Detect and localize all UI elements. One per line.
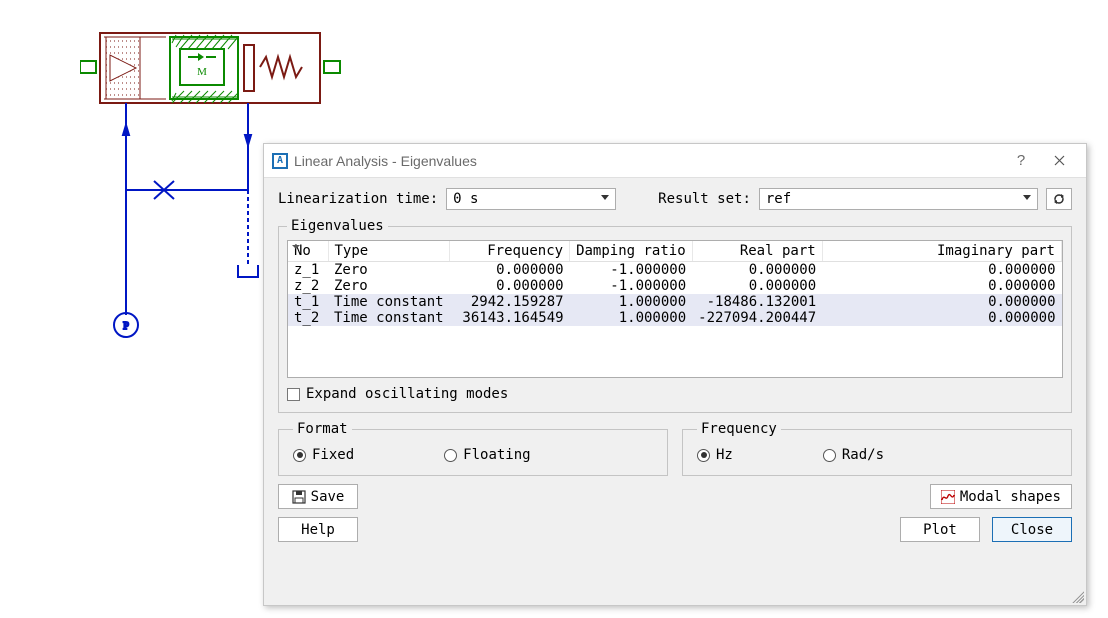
window-title: Linear Analysis - Eigenvalues	[294, 153, 1002, 169]
eigenvalues-legend: Eigenvalues	[287, 218, 388, 234]
table-row[interactable]: z_1Zero0.000000-1.0000000.0000000.000000	[288, 262, 1062, 279]
result-set-label: Result set:	[658, 191, 751, 207]
radio-icon	[697, 449, 710, 462]
eigenvalues-group: Eigenvalues No Type Frequency Damping ra…	[278, 218, 1072, 413]
chevron-down-icon	[1023, 195, 1031, 200]
close-label: Close	[1011, 522, 1053, 538]
frequency-rads-radio[interactable]: Rad/s	[823, 447, 884, 463]
frequency-rads-label: Rad/s	[842, 447, 884, 463]
linear-analysis-dialog: A Linear Analysis - Eigenvalues ? Linear…	[263, 143, 1087, 606]
table-row[interactable]: z_2Zero0.000000-1.0000000.0000000.000000	[288, 278, 1062, 294]
modal-shapes-label: Modal shapes	[960, 489, 1061, 505]
format-floating-radio[interactable]: Floating	[444, 447, 530, 463]
format-fixed-label: Fixed	[312, 447, 354, 463]
svg-text:P: P	[123, 321, 129, 332]
format-legend: Format	[293, 421, 352, 437]
floppy-icon	[292, 490, 306, 504]
col-type[interactable]: Type	[328, 241, 450, 262]
plot-label: Plot	[923, 522, 957, 538]
modal-shapes-button[interactable]: Modal shapes	[930, 484, 1072, 509]
format-fixed-radio[interactable]: Fixed	[293, 447, 354, 463]
eigenvalues-table: No Type Frequency Damping ratio Real par…	[288, 241, 1062, 326]
save-label: Save	[311, 489, 345, 505]
close-button[interactable]: Close	[992, 517, 1072, 542]
save-button[interactable]: Save	[278, 484, 358, 509]
radio-icon	[444, 449, 457, 462]
col-damping[interactable]: Damping ratio	[570, 241, 693, 262]
expand-modes-checkbox[interactable]: Expand oscillating modes	[287, 384, 1063, 404]
expand-modes-label: Expand oscillating modes	[306, 386, 508, 402]
linearization-time-value: 0 s	[453, 191, 478, 207]
waveform-icon	[941, 490, 955, 504]
radio-icon	[293, 449, 306, 462]
col-real[interactable]: Real part	[692, 241, 822, 262]
eigenvalues-table-wrap[interactable]: No Type Frequency Damping ratio Real par…	[287, 240, 1063, 378]
table-row[interactable]: t_1Time constant2942.1592871.000000-1848…	[288, 294, 1062, 310]
format-group: Format Fixed Floating	[278, 421, 668, 476]
table-row[interactable]: t_2Time constant36143.1645491.000000-227…	[288, 310, 1062, 326]
frequency-group: Frequency Hz Rad/s	[682, 421, 1072, 476]
col-imag[interactable]: Imaginary part	[822, 241, 1061, 262]
resize-grip[interactable]	[1070, 589, 1084, 603]
refresh-button[interactable]	[1046, 188, 1072, 210]
result-set-value: ref	[766, 191, 791, 207]
col-no[interactable]: No	[288, 241, 328, 262]
frequency-hz-label: Hz	[716, 447, 733, 463]
svg-text:M: M	[197, 66, 207, 78]
frequency-legend: Frequency	[697, 421, 781, 437]
col-frequency[interactable]: Frequency	[450, 241, 570, 262]
checkbox-icon	[287, 388, 300, 401]
close-icon[interactable]	[1040, 144, 1078, 177]
help-button[interactable]: ?	[1002, 144, 1040, 177]
titlebar: A Linear Analysis - Eigenvalues ?	[264, 144, 1086, 178]
top-controls-row: Linearization time: 0 s Result set: ref	[278, 188, 1072, 210]
result-set-combo[interactable]: ref	[759, 188, 1038, 210]
help-button[interactable]: Help	[278, 517, 358, 542]
frequency-hz-radio[interactable]: Hz	[697, 447, 733, 463]
chevron-down-icon	[601, 195, 609, 200]
format-floating-label: Floating	[463, 447, 530, 463]
help-label: Help	[301, 522, 335, 538]
linearization-time-label: Linearization time:	[278, 191, 438, 207]
app-icon: A	[272, 153, 288, 169]
plot-button[interactable]: Plot	[900, 517, 980, 542]
radio-icon	[823, 449, 836, 462]
linearization-time-combo[interactable]: 0 s	[446, 188, 616, 210]
